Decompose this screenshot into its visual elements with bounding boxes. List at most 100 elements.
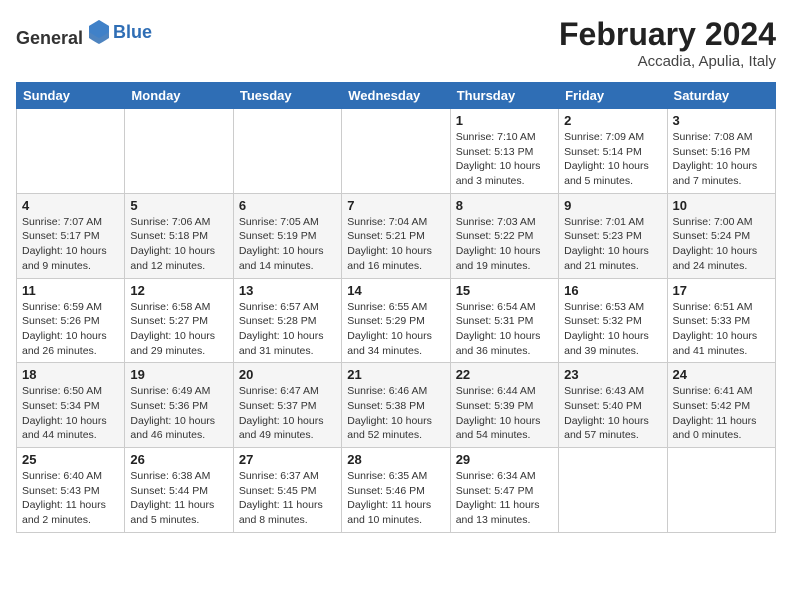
table-row: 1 Sunrise: 7:10 AM Sunset: 5:13 PM Daylig… bbox=[450, 109, 558, 194]
table-row bbox=[233, 109, 341, 194]
day-number: 24 bbox=[673, 367, 770, 382]
table-row: 14 Sunrise: 6:55 AM Sunset: 5:29 PM Dayli… bbox=[342, 278, 450, 363]
table-row bbox=[559, 448, 667, 533]
day-info: Sunrise: 6:46 AM Sunset: 5:38 PM Dayligh… bbox=[347, 384, 444, 443]
day-number: 19 bbox=[130, 367, 227, 382]
day-info: Sunrise: 6:41 AM Sunset: 5:42 PM Dayligh… bbox=[673, 384, 770, 443]
table-row: 20 Sunrise: 6:47 AM Sunset: 5:37 PM Dayli… bbox=[233, 363, 341, 448]
col-saturday: Saturday bbox=[667, 83, 775, 109]
table-row: 22Sunrise: 6:44 AM Sunset: 5:39 PM Dayli… bbox=[450, 363, 558, 448]
day-info: Sunrise: 6:54 AM Sunset: 5:31 PM Dayligh… bbox=[456, 300, 553, 359]
table-row: 18Sunrise: 6:50 AM Sunset: 5:34 PM Dayli… bbox=[17, 363, 125, 448]
day-number: 29 bbox=[456, 452, 553, 467]
table-row: 29 Sunrise: 6:34 AM Sunset: 5:47 PM Dayli… bbox=[450, 448, 558, 533]
day-number: 9 bbox=[564, 198, 661, 213]
table-row: 28 Sunrise: 6:35 AM Sunset: 5:46 PM Dayli… bbox=[342, 448, 450, 533]
col-wednesday: Wednesday bbox=[342, 83, 450, 109]
table-row: 5 Sunrise: 7:06 AM Sunset: 5:18 PM Daylig… bbox=[125, 193, 233, 278]
day-info: Sunrise: 7:09 AM Sunset: 5:14 PM Dayligh… bbox=[564, 130, 661, 189]
table-row bbox=[17, 109, 125, 194]
day-info: Sunrise: 7:06 AM Sunset: 5:18 PM Dayligh… bbox=[130, 215, 227, 274]
day-info: Sunrise: 7:08 AM Sunset: 5:16 PM Dayligh… bbox=[673, 130, 770, 189]
day-number: 6 bbox=[239, 198, 336, 213]
day-number: 22 bbox=[456, 367, 553, 382]
day-number: 2 bbox=[564, 113, 661, 128]
col-thursday: Thursday bbox=[450, 83, 558, 109]
table-row bbox=[342, 109, 450, 194]
day-info: Sunrise: 6:38 AM Sunset: 5:44 PM Dayligh… bbox=[130, 469, 227, 528]
table-row: 21 Sunrise: 6:46 AM Sunset: 5:38 PM Dayli… bbox=[342, 363, 450, 448]
day-info: Sunrise: 6:34 AM Sunset: 5:47 PM Dayligh… bbox=[456, 469, 553, 528]
table-row: 10 Sunrise: 7:00 AM Sunset: 5:24 PM Dayli… bbox=[667, 193, 775, 278]
calendar-table: Sunday Monday Tuesday Wednesday Thursday… bbox=[16, 82, 776, 533]
page-header: General Blue February 2024 Accadia, Apul… bbox=[16, 16, 776, 70]
calendar-week-row: 4Sunrise: 7:07 AM Sunset: 5:17 PM Daylig… bbox=[17, 193, 776, 278]
day-info: Sunrise: 7:04 AM Sunset: 5:21 PM Dayligh… bbox=[347, 215, 444, 274]
table-row: 23Sunrise: 6:43 AM Sunset: 5:40 PM Dayli… bbox=[559, 363, 667, 448]
day-info: Sunrise: 6:55 AM Sunset: 5:29 PM Dayligh… bbox=[347, 300, 444, 359]
day-info: Sunrise: 6:35 AM Sunset: 5:46 PM Dayligh… bbox=[347, 469, 444, 528]
table-row bbox=[667, 448, 775, 533]
logo-general: General bbox=[16, 28, 83, 48]
logo-blue: Blue bbox=[113, 22, 152, 42]
day-info: Sunrise: 6:58 AM Sunset: 5:27 PM Dayligh… bbox=[130, 300, 227, 359]
day-info: Sunrise: 6:43 AM Sunset: 5:40 PM Dayligh… bbox=[564, 384, 661, 443]
day-number: 16 bbox=[564, 283, 661, 298]
table-row: 25 Sunrise: 6:40 AM Sunset: 5:43 PM Dayli… bbox=[17, 448, 125, 533]
day-number: 10 bbox=[673, 198, 770, 213]
col-sunday: Sunday bbox=[17, 83, 125, 109]
day-info: Sunrise: 6:57 AM Sunset: 5:28 PM Dayligh… bbox=[239, 300, 336, 359]
table-row: 7 Sunrise: 7:04 AM Sunset: 5:21 PM Daylig… bbox=[342, 193, 450, 278]
day-number: 26 bbox=[130, 452, 227, 467]
table-row: 4Sunrise: 7:07 AM Sunset: 5:17 PM Daylig… bbox=[17, 193, 125, 278]
table-row: 3 Sunrise: 7:08 AM Sunset: 5:16 PM Daylig… bbox=[667, 109, 775, 194]
col-friday: Friday bbox=[559, 83, 667, 109]
calendar-week-row: 11 Sunrise: 6:59 AM Sunset: 5:26 PM Dayli… bbox=[17, 278, 776, 363]
day-info: Sunrise: 6:50 AM Sunset: 5:34 PM Dayligh… bbox=[22, 384, 119, 443]
day-number: 8 bbox=[456, 198, 553, 213]
table-row: 24 Sunrise: 6:41 AM Sunset: 5:42 PM Dayli… bbox=[667, 363, 775, 448]
col-tuesday: Tuesday bbox=[233, 83, 341, 109]
day-info: Sunrise: 6:49 AM Sunset: 5:36 PM Dayligh… bbox=[130, 384, 227, 443]
day-number: 13 bbox=[239, 283, 336, 298]
day-number: 28 bbox=[347, 452, 444, 467]
day-number: 20 bbox=[239, 367, 336, 382]
table-row: 8 Sunrise: 7:03 AM Sunset: 5:22 PM Daylig… bbox=[450, 193, 558, 278]
day-number: 21 bbox=[347, 367, 444, 382]
day-info: Sunrise: 6:47 AM Sunset: 5:37 PM Dayligh… bbox=[239, 384, 336, 443]
calendar-header-row: Sunday Monday Tuesday Wednesday Thursday… bbox=[17, 83, 776, 109]
day-info: Sunrise: 7:10 AM Sunset: 5:13 PM Dayligh… bbox=[456, 130, 553, 189]
day-number: 11 bbox=[22, 283, 119, 298]
day-info: Sunrise: 6:53 AM Sunset: 5:32 PM Dayligh… bbox=[564, 300, 661, 359]
day-number: 7 bbox=[347, 198, 444, 213]
day-info: Sunrise: 7:05 AM Sunset: 5:19 PM Dayligh… bbox=[239, 215, 336, 274]
logo: General Blue bbox=[16, 16, 152, 49]
day-info: Sunrise: 7:01 AM Sunset: 5:23 PM Dayligh… bbox=[564, 215, 661, 274]
month-year-title: February 2024 bbox=[559, 16, 776, 53]
table-row: 15 Sunrise: 6:54 AM Sunset: 5:31 PM Dayli… bbox=[450, 278, 558, 363]
table-row: 12 Sunrise: 6:58 AM Sunset: 5:27 PM Dayli… bbox=[125, 278, 233, 363]
day-info: Sunrise: 6:51 AM Sunset: 5:33 PM Dayligh… bbox=[673, 300, 770, 359]
day-number: 5 bbox=[130, 198, 227, 213]
table-row: 17Sunrise: 6:51 AM Sunset: 5:33 PM Dayli… bbox=[667, 278, 775, 363]
day-number: 14 bbox=[347, 283, 444, 298]
day-number: 3 bbox=[673, 113, 770, 128]
day-info: Sunrise: 7:00 AM Sunset: 5:24 PM Dayligh… bbox=[673, 215, 770, 274]
day-number: 25 bbox=[22, 452, 119, 467]
day-info: Sunrise: 6:59 AM Sunset: 5:26 PM Dayligh… bbox=[22, 300, 119, 359]
day-number: 12 bbox=[130, 283, 227, 298]
day-number: 1 bbox=[456, 113, 553, 128]
day-number: 15 bbox=[456, 283, 553, 298]
table-row: 2 Sunrise: 7:09 AM Sunset: 5:14 PM Daylig… bbox=[559, 109, 667, 194]
calendar-week-row: 1 Sunrise: 7:10 AM Sunset: 5:13 PM Daylig… bbox=[17, 109, 776, 194]
title-area: February 2024 Accadia, Apulia, Italy bbox=[559, 16, 776, 70]
day-info: Sunrise: 6:37 AM Sunset: 5:45 PM Dayligh… bbox=[239, 469, 336, 528]
col-monday: Monday bbox=[125, 83, 233, 109]
logo-icon bbox=[85, 16, 113, 44]
day-info: Sunrise: 7:03 AM Sunset: 5:22 PM Dayligh… bbox=[456, 215, 553, 274]
table-row: 19 Sunrise: 6:49 AM Sunset: 5:36 PM Dayli… bbox=[125, 363, 233, 448]
table-row: 27Sunrise: 6:37 AM Sunset: 5:45 PM Dayli… bbox=[233, 448, 341, 533]
calendar-week-row: 25 Sunrise: 6:40 AM Sunset: 5:43 PM Dayli… bbox=[17, 448, 776, 533]
day-info: Sunrise: 7:07 AM Sunset: 5:17 PM Dayligh… bbox=[22, 215, 119, 274]
day-info: Sunrise: 6:40 AM Sunset: 5:43 PM Dayligh… bbox=[22, 469, 119, 528]
